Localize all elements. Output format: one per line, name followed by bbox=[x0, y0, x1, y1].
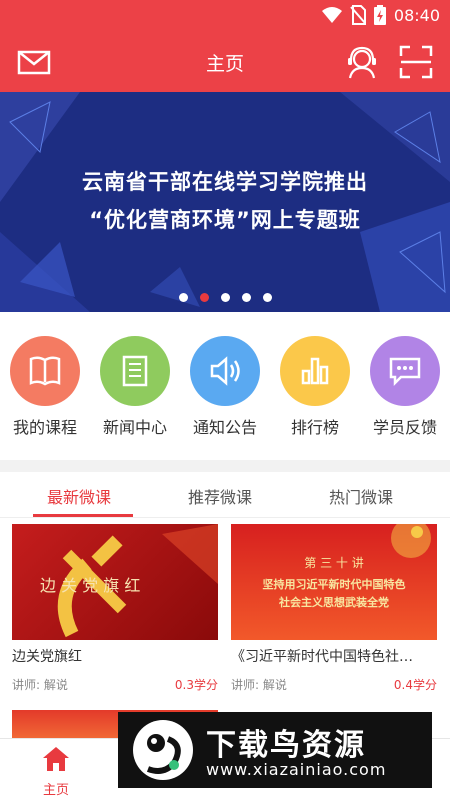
bird-logo-icon bbox=[133, 720, 193, 780]
thumbnail-line1: 坚持用习近平新时代中国特色 bbox=[262, 578, 406, 591]
wifi-icon bbox=[321, 7, 342, 23]
thumbnail-caption: 边 关 党 旗 红 bbox=[40, 576, 141, 595]
thumbnail-line2: 社会主义思想武装全党 bbox=[279, 596, 389, 609]
course-card[interactable]: 边 关 党 旗 红 边关党旗红 讲师: 解说 0.3学分 bbox=[12, 524, 218, 693]
menu-icon-circle bbox=[280, 336, 350, 406]
menu-label: 排行榜 bbox=[290, 418, 339, 437]
status-icons: 08:40 bbox=[321, 5, 440, 25]
watermark-url: www.xiazainiao.com bbox=[206, 760, 387, 779]
book-icon bbox=[29, 356, 61, 386]
menu-news-center[interactable]: 新闻中心 bbox=[90, 336, 180, 438]
menu-feedback[interactable]: 学员反馈 bbox=[360, 336, 450, 438]
battery-icon bbox=[373, 5, 386, 25]
carousel-dot[interactable] bbox=[220, 293, 230, 302]
banner-subheadline: “优化营商环境”网上专题班 bbox=[89, 208, 361, 232]
course-title: 边关党旗红 bbox=[12, 649, 82, 665]
menu-icon-circle bbox=[10, 336, 80, 406]
menu-label: 通知公告 bbox=[192, 418, 257, 437]
tab-popular[interactable]: 热门微课 bbox=[329, 484, 393, 508]
course-tabs: 最新微课 推荐微课 热门微课 bbox=[0, 472, 450, 518]
banner-decoration bbox=[0, 92, 450, 312]
course-meta: 讲师: 解说 0.3学分 bbox=[12, 676, 218, 693]
course-title: 《习近平新时代中国特色社… bbox=[231, 649, 413, 665]
quick-menu: 我的课程 新闻中心 通知公告 排行榜 学员反馈 bbox=[0, 312, 450, 460]
customer-service-icon[interactable] bbox=[344, 44, 380, 80]
news-icon bbox=[122, 355, 148, 387]
status-time: 08:40 bbox=[393, 5, 440, 25]
speaker-icon bbox=[210, 356, 240, 386]
menu-ranking[interactable]: 排行榜 bbox=[270, 336, 360, 438]
status-bar: 08:40 bbox=[0, 0, 450, 32]
menu-label: 学员反馈 bbox=[372, 418, 437, 437]
watermark-title: 下载鸟资源 bbox=[206, 728, 366, 763]
banner-headline: 云南省干部在线学习学院推出 bbox=[82, 170, 368, 194]
menu-notices[interactable]: 通知公告 bbox=[180, 336, 270, 438]
course-teacher: 讲师: 解说 bbox=[231, 678, 287, 692]
tab-recommended[interactable]: 推荐微课 bbox=[188, 484, 252, 508]
bar-chart-icon bbox=[301, 357, 329, 385]
carousel-dot[interactable] bbox=[262, 293, 272, 302]
nav-home-label: 主页 bbox=[42, 783, 69, 798]
menu-label: 我的课程 bbox=[12, 418, 77, 437]
course-thumbnail: 第 三 十 讲 坚持用习近平新时代中国特色 社会主义思想武装全党 bbox=[231, 524, 437, 640]
menu-label: 新闻中心 bbox=[102, 418, 167, 437]
watermark-overlay: 下载鸟资源 www.xiazainiao.com bbox=[118, 712, 432, 788]
course-credit: 0.3学分 bbox=[174, 678, 218, 692]
thumbnail-lecture-no: 第 三 十 讲 bbox=[304, 556, 364, 570]
course-meta: 讲师: 解说 0.4学分 bbox=[231, 676, 437, 693]
tab-active-indicator bbox=[33, 514, 133, 517]
menu-icon-circle bbox=[190, 336, 260, 406]
course-teacher: 讲师: 解说 bbox=[12, 678, 68, 692]
course-thumbnail: 边 关 党 旗 红 bbox=[12, 524, 218, 640]
menu-my-courses[interactable]: 我的课程 bbox=[0, 336, 90, 438]
menu-icon-circle bbox=[370, 336, 440, 406]
scan-icon[interactable] bbox=[398, 44, 434, 80]
course-grid: 边 关 党 旗 红 边关党旗红 讲师: 解说 0.3学分 第 三 十 讲 坚持用… bbox=[0, 518, 450, 740]
course-card[interactable]: 第 三 十 讲 坚持用习近平新时代中国特色 社会主义思想武装全党 《习近平新时代… bbox=[231, 524, 437, 693]
chat-icon bbox=[389, 357, 421, 387]
nav-home[interactable]: 主页 bbox=[30, 745, 82, 798]
home-icon bbox=[43, 747, 69, 771]
no-sim-icon bbox=[350, 5, 366, 25]
course-credit: 0.4学分 bbox=[393, 678, 437, 692]
page-title: 主页 bbox=[205, 53, 244, 75]
tab-latest[interactable]: 最新微课 bbox=[47, 484, 111, 508]
carousel-dot-active[interactable] bbox=[199, 293, 209, 302]
menu-icon-circle bbox=[100, 336, 170, 406]
app-header: 主页 bbox=[0, 32, 450, 92]
carousel-indicator[interactable] bbox=[0, 293, 450, 302]
carousel-dot[interactable] bbox=[241, 293, 251, 302]
promo-banner[interactable]: 云南省干部在线学习学院推出 “优化营商环境”网上专题班 bbox=[0, 92, 450, 312]
carousel-dot[interactable] bbox=[178, 293, 188, 302]
